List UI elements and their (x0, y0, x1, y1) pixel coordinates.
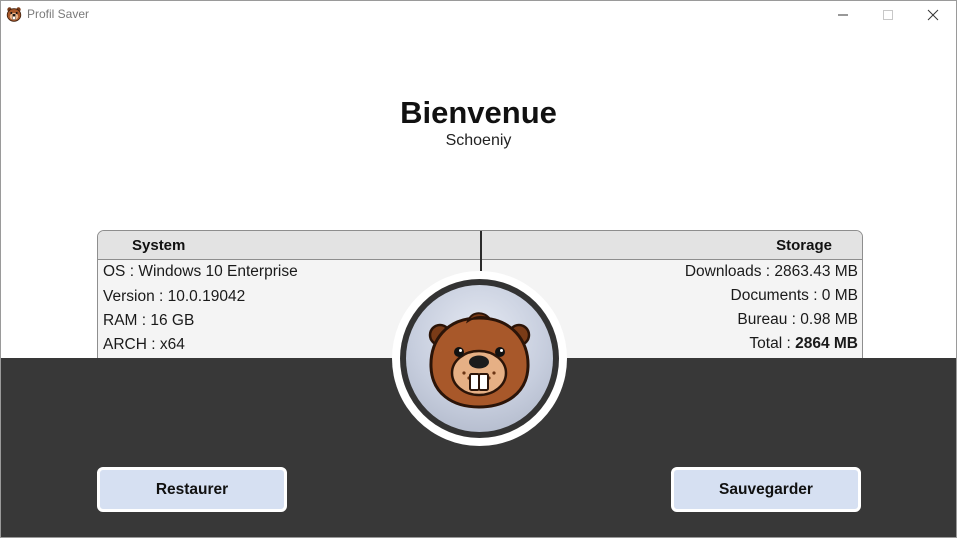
close-button[interactable] (910, 1, 956, 28)
system-header: System (132, 237, 186, 254)
storage-bureau: Bureau : 0.98 MB (737, 311, 858, 328)
maximize-icon (883, 9, 893, 20)
minimize-button[interactable] (820, 1, 866, 28)
system-version: Version : 10.0.19042 (103, 288, 246, 305)
beaver-logo-icon (428, 312, 531, 409)
beaver-app-icon (6, 7, 22, 22)
username-label: Schoeniy (445, 132, 512, 149)
storage-total-label: Total : (749, 335, 796, 352)
close-icon (927, 9, 939, 20)
storage-total: Total : 2864 MB (749, 335, 858, 353)
system-ram: RAM : 16 GB (103, 312, 195, 329)
title-bar[interactable]: Profil Saver (1, 1, 956, 28)
system-os: OS : Windows 10 Enterprise (103, 263, 298, 280)
system-arch: ARCH : x64 (103, 336, 185, 353)
app-window: Profil Saver Bienvenue Schoeniy System S… (0, 0, 957, 538)
storage-total-value: 2864 MB (795, 335, 858, 352)
save-button[interactable]: Sauvegarder (671, 467, 861, 512)
column-divider (480, 231, 482, 271)
storage-documents: Documents : 0 MB (730, 287, 859, 304)
welcome-title: Bienvenue (400, 95, 557, 130)
maximize-button[interactable] (865, 1, 911, 28)
window-title: Profil Saver (27, 7, 90, 21)
restore-button[interactable]: Restaurer (97, 467, 287, 512)
storage-downloads: Downloads : 2863.43 MB (684, 263, 858, 280)
storage-header: Storage (776, 237, 832, 254)
minimize-icon (838, 14, 848, 15)
